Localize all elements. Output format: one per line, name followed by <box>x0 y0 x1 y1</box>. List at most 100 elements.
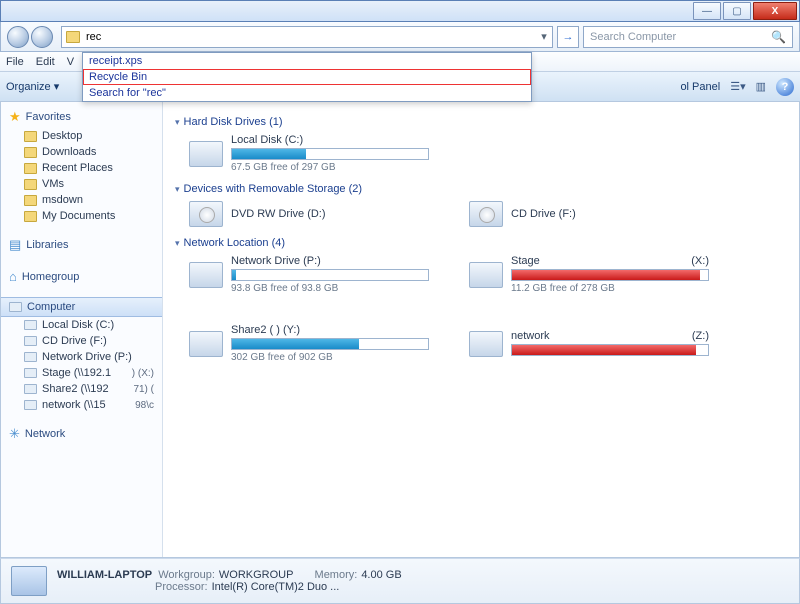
drive-share2-y[interactable]: Share2 ( ) (Y:) 302 GB free of 902 GB <box>189 324 429 363</box>
organize-button[interactable]: Organize ▾ <box>6 80 59 93</box>
network-drive-icon <box>189 331 223 357</box>
star-icon: ★ <box>9 109 21 125</box>
nav-computer[interactable]: Computer <box>1 297 162 317</box>
drive-subtext: 67.5 GB free of 297 GB <box>231 162 429 173</box>
view-options-button[interactable]: ☰▾ <box>730 80 745 93</box>
nav-item-desktop[interactable]: Desktop <box>1 128 162 144</box>
computer-icon <box>9 302 22 312</box>
forward-button[interactable] <box>31 26 53 48</box>
autocomplete-item[interactable]: Recycle Bin <box>83 69 531 85</box>
network-icon: ✳ <box>9 426 20 442</box>
nav-item-network-drive-z[interactable]: network (\\15 98\c <box>1 397 162 413</box>
folder-icon <box>24 211 37 222</box>
autocomplete-item[interactable]: Search for "rec" <box>83 85 531 101</box>
drive-subtext: 11.2 GB free of 278 GB <box>511 283 709 294</box>
folder-icon <box>66 31 80 43</box>
nav-item-my-documents[interactable]: My Documents <box>1 208 162 224</box>
network-drive-icon <box>469 262 503 288</box>
drive-label: DVD RW Drive (D:) <box>231 208 429 220</box>
drive-label: Local Disk (C:) <box>231 134 429 146</box>
drive-network-p[interactable]: Network Drive (P:) 93.8 GB free of 93.8 … <box>189 255 429 294</box>
drive-local-disk[interactable]: Local Disk (C:) 67.5 GB free of 297 GB <box>189 134 429 173</box>
minimize-button[interactable]: — <box>693 2 721 20</box>
drive-icon <box>24 384 37 394</box>
search-box[interactable]: Search Computer 🔍 <box>583 26 793 48</box>
navigation-pane: ★Favorites Desktop Downloads Recent Plac… <box>1 102 163 557</box>
menu-view[interactable]: V <box>67 56 74 68</box>
folder-icon <box>24 131 37 142</box>
nav-item-local-disk[interactable]: Local Disk (C:) <box>1 317 162 333</box>
drive-dvd-rw[interactable]: DVD RW Drive (D:) <box>189 201 429 227</box>
processor-value: Intel(R) Core(TM)2 Duo ... <box>212 581 340 593</box>
folder-icon <box>24 195 37 206</box>
workgroup-value: WORKGROUP <box>219 569 294 581</box>
dvd-drive-icon <box>189 201 223 227</box>
cd-drive-icon <box>469 201 503 227</box>
nav-item-recent-places[interactable]: Recent Places <box>1 160 162 176</box>
drive-cd[interactable]: CD Drive (F:) <box>469 201 709 227</box>
drive-network-z[interactable]: network(Z:) <box>469 324 709 363</box>
maximize-button[interactable]: ▢ <box>723 2 751 20</box>
nav-item-vms[interactable]: VMs <box>1 176 162 192</box>
chevron-down-icon: ▾ <box>175 184 180 195</box>
drive-label: Network Drive (P:) <box>231 255 429 267</box>
nav-item-downloads[interactable]: Downloads <box>1 144 162 160</box>
usage-bar <box>231 148 429 160</box>
usage-bar <box>511 344 709 356</box>
nav-libraries[interactable]: ▤Libraries <box>1 234 162 256</box>
usage-bar <box>231 338 429 350</box>
content-pane: ▾Hard Disk Drives (1) Local Disk (C:) 67… <box>163 102 799 557</box>
nav-item-stage[interactable]: Stage (\\192.1) (X:) <box>1 365 162 381</box>
network-drive-icon <box>469 331 503 357</box>
nav-item-cd-drive[interactable]: CD Drive (F:) <box>1 333 162 349</box>
memory-value: 4.00 GB <box>361 569 401 581</box>
nav-item-msdown[interactable]: msdown <box>1 192 162 208</box>
nav-homegroup[interactable]: ⌂Homegroup <box>1 266 162 287</box>
drive-icon <box>24 352 37 362</box>
folder-icon <box>24 163 37 174</box>
computer-icon <box>11 566 47 596</box>
menu-file[interactable]: File <box>6 56 24 68</box>
group-network-location[interactable]: ▾Network Location (4) <box>175 237 787 249</box>
address-autocomplete: receipt.xps Recycle Bin Search for "rec" <box>82 52 532 102</box>
back-button[interactable] <box>7 26 29 48</box>
menu-edit[interactable]: Edit <box>36 56 55 68</box>
address-dropdown-icon[interactable]: ▾ <box>536 30 552 43</box>
control-panel-link[interactable]: ol Panel <box>680 81 720 93</box>
go-button[interactable]: → <box>557 26 579 48</box>
nav-network[interactable]: ✳Network <box>1 423 162 445</box>
drive-icon <box>189 141 223 167</box>
drive-stage-x[interactable]: Stage(X:) 11.2 GB free of 278 GB <box>469 255 709 294</box>
drive-subtext: 93.8 GB free of 93.8 GB <box>231 283 429 294</box>
network-drive-icon <box>189 262 223 288</box>
drive-icon <box>24 336 37 346</box>
close-button[interactable]: X <box>753 2 797 20</box>
processor-label: Processor: <box>155 581 208 593</box>
details-pane: WILLIAM-LAPTOP Workgroup:WORKGROUP Memor… <box>0 558 800 604</box>
workgroup-label: Workgroup: <box>158 569 215 581</box>
usage-bar <box>231 269 429 281</box>
usage-bar <box>511 269 709 281</box>
drive-subtext: 302 GB free of 902 GB <box>231 352 429 363</box>
group-removable-storage[interactable]: ▾Devices with Removable Storage (2) <box>175 183 787 195</box>
nav-item-share2[interactable]: Share2 (\\192 71) ( <box>1 381 162 397</box>
drive-icon <box>24 320 37 330</box>
search-placeholder: Search Computer <box>590 31 676 43</box>
chevron-down-icon: ▾ <box>175 117 180 128</box>
group-hard-disk-drives[interactable]: ▾Hard Disk Drives (1) <box>175 116 787 128</box>
preview-pane-button[interactable]: ▥ <box>756 80 766 93</box>
search-icon[interactable]: 🔍 <box>771 30 786 44</box>
nav-item-network-drive[interactable]: Network Drive (P:) <box>1 349 162 365</box>
nav-favorites[interactable]: ★Favorites <box>1 106 162 128</box>
address-input[interactable] <box>84 27 536 47</box>
homegroup-icon: ⌂ <box>9 269 17 284</box>
drive-label: Share2 ( ) (Y:) <box>231 324 429 336</box>
address-bar[interactable]: ▾ <box>61 26 553 48</box>
chevron-down-icon: ▾ <box>175 238 180 249</box>
drive-icon <box>24 368 37 378</box>
libraries-icon: ▤ <box>9 237 21 253</box>
autocomplete-item[interactable]: receipt.xps <box>83 53 531 69</box>
help-button[interactable]: ? <box>776 78 794 96</box>
folder-icon <box>24 179 37 190</box>
computer-name: WILLIAM-LAPTOP <box>57 569 152 581</box>
